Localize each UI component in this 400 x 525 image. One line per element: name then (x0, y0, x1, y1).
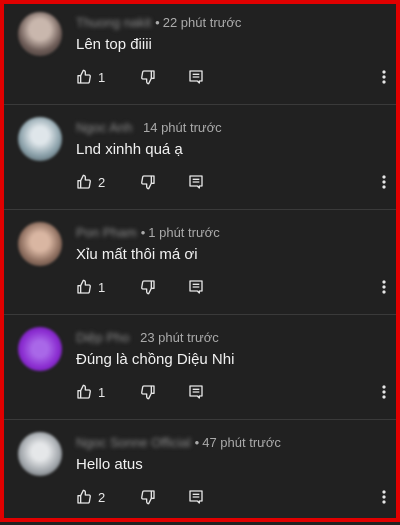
comment-actions: 2 (76, 171, 204, 193)
thumb-up-icon (77, 69, 91, 84)
comment-actions: 1 (76, 66, 204, 88)
author-name[interactable]: Thuong nakit (76, 15, 151, 30)
dislike-button[interactable] (140, 69, 156, 85)
like-button[interactable] (76, 279, 92, 295)
avatar[interactable] (18, 327, 62, 371)
comment-item: Ngoc Anh 14 phút trước Lnd xinhh quá ạ 2 (4, 105, 396, 210)
comment-meta: Diệp Pho 23 phút trước (76, 330, 219, 345)
reply-button[interactable] (188, 489, 204, 505)
more-options-button[interactable] (378, 173, 390, 191)
timestamp: 47 phút trước (202, 435, 281, 450)
comment-actions: 1 (76, 381, 204, 403)
reply-button[interactable] (188, 174, 204, 190)
thumb-up-icon (77, 384, 91, 399)
more-vert-icon (382, 175, 386, 189)
more-options-button[interactable] (378, 278, 390, 296)
reply-icon (189, 280, 203, 294)
thumb-down-icon (141, 175, 155, 190)
separator-dot (133, 330, 137, 345)
comment-actions: 2 (76, 486, 204, 508)
more-options-button[interactable] (378, 383, 390, 401)
avatar[interactable] (18, 432, 62, 476)
separator-dot: • (194, 435, 200, 450)
thumb-up-icon (77, 489, 91, 504)
reply-icon (189, 490, 203, 504)
thumb-down-icon (141, 490, 155, 505)
like-button[interactable] (76, 69, 92, 85)
comment-meta: Ngoc Sonne Official • 47 phút trước (76, 435, 281, 450)
thumb-down-icon (141, 385, 155, 400)
like-count: 2 (98, 489, 106, 505)
author-name[interactable]: Ngoc Anh (76, 120, 132, 135)
like-count: 2 (98, 174, 106, 190)
comment-actions: 1 (76, 276, 204, 298)
avatar[interactable] (18, 222, 62, 266)
reply-icon (189, 70, 203, 84)
comment-text: Hello atus (76, 456, 143, 473)
timestamp: 1 phút trước (148, 225, 220, 240)
more-vert-icon (382, 70, 386, 84)
author-name[interactable]: Pon Pham (76, 225, 137, 240)
dislike-button[interactable] (140, 489, 156, 505)
comment-item: Pon Pham • 1 phút trước Xỉu mất thôi má ơi… (4, 210, 396, 315)
comment-list: Thuong nakit • 22 phút trước Lên top điiii… (4, 0, 396, 525)
like-count: 1 (98, 279, 106, 295)
timestamp: 23 phút trước (140, 330, 219, 345)
like-count: 1 (98, 69, 106, 85)
comment-item: Ngoc Sonne Official • 47 phút trước Hello … (4, 420, 396, 525)
separator-dot (136, 120, 140, 135)
author-name[interactable]: Diệp Pho (76, 330, 129, 345)
dislike-button[interactable] (140, 384, 156, 400)
avatar[interactable] (18, 12, 62, 56)
like-button[interactable] (76, 174, 92, 190)
reply-icon (189, 175, 203, 189)
more-options-button[interactable] (378, 68, 390, 86)
comment-item: Thuong nakit • 22 phút trước Lên top điiii… (4, 0, 396, 105)
separator-dot: • (155, 15, 160, 30)
dislike-button[interactable] (140, 279, 156, 295)
dislike-button[interactable] (140, 174, 156, 190)
like-button[interactable] (76, 489, 92, 505)
reply-button[interactable] (188, 279, 204, 295)
comment-meta: Thuong nakit • 22 phút trước (76, 15, 241, 30)
more-vert-icon (382, 280, 386, 294)
reply-icon (189, 385, 203, 399)
reply-button[interactable] (188, 384, 204, 400)
author-name[interactable]: Ngoc Sonne Official (76, 435, 191, 450)
comment-text: Lnd xinhh quá ạ (76, 141, 183, 158)
comment-text: Xỉu mất thôi má ơi (76, 246, 198, 263)
more-options-button[interactable] (378, 488, 390, 506)
comment-text: Lên top điiii (76, 36, 152, 53)
like-count: 1 (98, 384, 106, 400)
more-vert-icon (382, 385, 386, 399)
more-vert-icon (382, 490, 386, 504)
timestamp: 14 phút trước (143, 120, 222, 135)
separator-dot: • (140, 225, 146, 240)
thumb-down-icon (141, 280, 155, 295)
comment-meta: Pon Pham • 1 phút trước (76, 225, 220, 240)
comment-text: Đúng là chồng Diệu Nhi (76, 351, 235, 368)
like-button[interactable] (76, 384, 92, 400)
thumb-up-icon (77, 279, 91, 294)
comment-item: Diệp Pho 23 phút trước Đúng là chồng Diệ… (4, 315, 396, 420)
timestamp: 22 phút trước (162, 15, 242, 30)
thumb-down-icon (141, 70, 155, 85)
thumb-up-icon (77, 174, 91, 189)
comment-meta: Ngoc Anh 14 phút trước (76, 120, 222, 135)
avatar[interactable] (18, 117, 62, 161)
reply-button[interactable] (188, 69, 204, 85)
